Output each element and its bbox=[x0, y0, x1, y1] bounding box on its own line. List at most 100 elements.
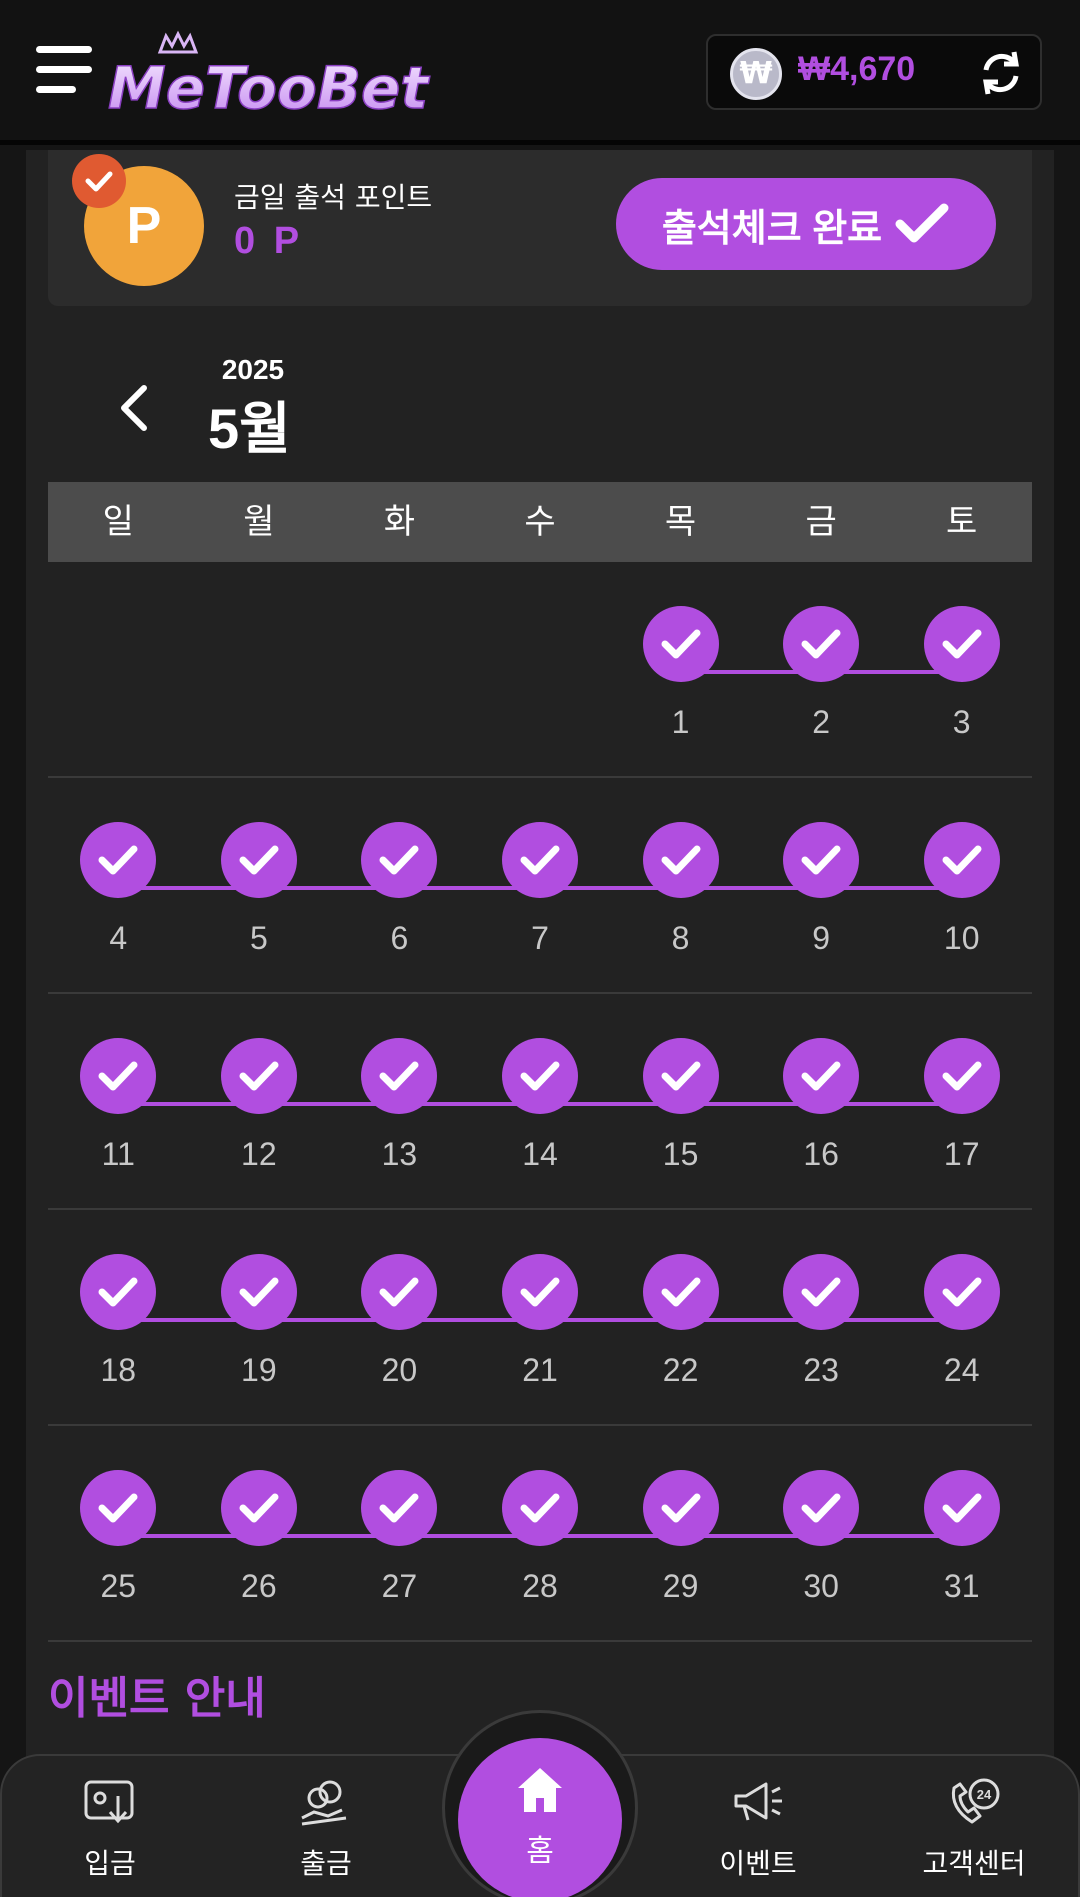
nav-event-label: 이벤트 bbox=[719, 1847, 797, 1880]
calendar-day: 28 bbox=[470, 1470, 611, 1605]
balance-amount: ₩4,670 bbox=[798, 50, 916, 88]
nav-deposit-label: 입금 bbox=[84, 1847, 136, 1880]
day-number: 24 bbox=[943, 1352, 980, 1388]
weekday-label: 월 bbox=[243, 502, 275, 542]
calendar-day: 2 bbox=[751, 606, 892, 741]
attendance-check-icon bbox=[783, 1470, 860, 1546]
calendar-day: 29 bbox=[610, 1470, 751, 1605]
attendance-check-icon bbox=[361, 1038, 438, 1114]
day-number: 9 bbox=[812, 920, 831, 956]
day-number: 19 bbox=[241, 1352, 277, 1388]
calendar-day: 17 bbox=[891, 1038, 1032, 1173]
day-number: 15 bbox=[662, 1136, 699, 1172]
attendance-check-icon bbox=[783, 606, 860, 682]
calendar-week: 11 12 13 14 15 16 17 bbox=[48, 994, 1032, 1210]
megaphone-icon bbox=[734, 1782, 782, 1821]
weekday-label: 토 bbox=[946, 502, 978, 542]
weekday-label: 일 bbox=[102, 502, 134, 542]
attendance-check-icon bbox=[642, 1254, 719, 1330]
calendar-day: 25 bbox=[48, 1470, 189, 1605]
nav-event[interactable]: 이벤트 bbox=[678, 1778, 838, 1882]
day-number: 4 bbox=[109, 920, 128, 956]
calendar-day: 5 bbox=[189, 822, 330, 957]
calendar-day: 23 bbox=[751, 1254, 892, 1389]
attendance-check-icon bbox=[923, 1254, 1000, 1330]
calendar-week: 25 26 27 28 29 30 31 bbox=[48, 1426, 1032, 1642]
calendar-day: 11 bbox=[48, 1038, 189, 1173]
weekday-header: 일 월 화 수 목 금 토 bbox=[48, 482, 1032, 562]
day-number: 8 bbox=[671, 920, 690, 956]
support-24-icon: 24 bbox=[951, 1778, 1000, 1824]
attendance-complete-button[interactable]: 출석체크 완료 bbox=[616, 178, 996, 270]
calendar-week: 4 5 6 7 8 9 10 bbox=[48, 778, 1032, 994]
points-value: 0 P bbox=[234, 220, 304, 262]
calendar-day: 21 bbox=[470, 1254, 611, 1389]
day-number: 22 bbox=[662, 1352, 699, 1388]
svg-text:24: 24 bbox=[977, 1787, 992, 1802]
nav-home-button[interactable]: 홈 bbox=[458, 1738, 622, 1897]
day-number: 26 bbox=[241, 1568, 277, 1604]
attendance-check-icon bbox=[80, 1254, 157, 1330]
attendance-check-icon bbox=[361, 1254, 438, 1330]
attendance-check-icon bbox=[361, 1470, 438, 1546]
attendance-check-icon bbox=[361, 822, 438, 898]
nav-support[interactable]: 24 고객센터 bbox=[894, 1778, 1054, 1882]
day-number: 10 bbox=[943, 920, 980, 956]
svg-text:MeTooBet: MeTooBet bbox=[108, 54, 430, 120]
day-number: 28 bbox=[522, 1568, 558, 1604]
calendar-day: 27 bbox=[329, 1470, 470, 1605]
attendance-check-icon bbox=[923, 1038, 1000, 1114]
calendar-day: 16 bbox=[751, 1038, 892, 1173]
weekday-label: 수 bbox=[524, 502, 556, 542]
day-number: 18 bbox=[100, 1352, 137, 1388]
wallet-balance: ₩ ₩4,670 bbox=[706, 34, 1042, 110]
nav-withdraw-label: 출금 bbox=[300, 1847, 352, 1880]
attendance-check-icon bbox=[501, 1254, 578, 1330]
points-card: P 금일 출석 포인트 0 P 출석체크 완료 bbox=[48, 150, 1032, 306]
calendar-day: 24 bbox=[891, 1254, 1032, 1389]
attendance-check-icon bbox=[923, 822, 1000, 898]
nav-deposit[interactable]: 입금 bbox=[30, 1778, 190, 1882]
calendar-day: 10 bbox=[891, 822, 1032, 957]
calendar-day: 9 bbox=[751, 822, 892, 957]
calendar-day: 6 bbox=[329, 822, 470, 957]
day-number: 20 bbox=[381, 1352, 418, 1388]
attendance-check-icon bbox=[80, 822, 157, 898]
day-number: 13 bbox=[381, 1136, 418, 1172]
calendar-week: 1 2 3 bbox=[48, 562, 1032, 778]
calendar-day: 1 bbox=[610, 606, 751, 741]
attendance-check-icon bbox=[220, 1038, 297, 1114]
refresh-icon[interactable] bbox=[976, 48, 1026, 98]
day-number: 17 bbox=[943, 1136, 980, 1172]
menu-icon[interactable] bbox=[36, 42, 94, 100]
nav-support-label: 고객센터 bbox=[922, 1847, 1026, 1880]
chevron-left-icon[interactable] bbox=[108, 380, 164, 436]
attendance-check-icon bbox=[220, 1254, 297, 1330]
day-number: 27 bbox=[381, 1568, 418, 1604]
calendar-day: 26 bbox=[189, 1470, 330, 1605]
calendar-day: 14 bbox=[470, 1038, 611, 1173]
attendance-check-icon bbox=[923, 1470, 1000, 1546]
nav-withdraw[interactable]: 출금 bbox=[246, 1778, 406, 1882]
attendance-check-icon bbox=[501, 1470, 578, 1546]
calendar-day: 20 bbox=[329, 1254, 470, 1389]
attendance-check-icon bbox=[80, 1038, 157, 1114]
home-icon bbox=[518, 1768, 562, 1812]
attendance-check-icon bbox=[80, 1470, 157, 1546]
top-header: MeTooBet ₩ ₩4,670 bbox=[0, 0, 1080, 145]
attendance-check-icon bbox=[923, 606, 1000, 682]
day-number: 11 bbox=[101, 1136, 135, 1172]
weekday-label: 목 bbox=[664, 502, 697, 542]
month-navigator: 2025 5월 bbox=[48, 350, 1032, 470]
site-logo[interactable]: MeTooBet bbox=[107, 30, 438, 123]
calendar-year: 2025 bbox=[221, 354, 285, 385]
day-number: 5 bbox=[249, 920, 268, 956]
calendar-day: 3 bbox=[891, 606, 1032, 741]
day-number: 31 bbox=[943, 1568, 980, 1604]
points-label: 금일 출석 포인트 bbox=[234, 181, 433, 214]
calendar-day: 8 bbox=[610, 822, 751, 957]
attendance-check-icon bbox=[642, 1038, 719, 1114]
nav-home-label: 홈 bbox=[526, 1834, 554, 1869]
attendance-button-label: 출석체크 완료 bbox=[661, 207, 883, 250]
calendar-day: 15 bbox=[610, 1038, 751, 1173]
